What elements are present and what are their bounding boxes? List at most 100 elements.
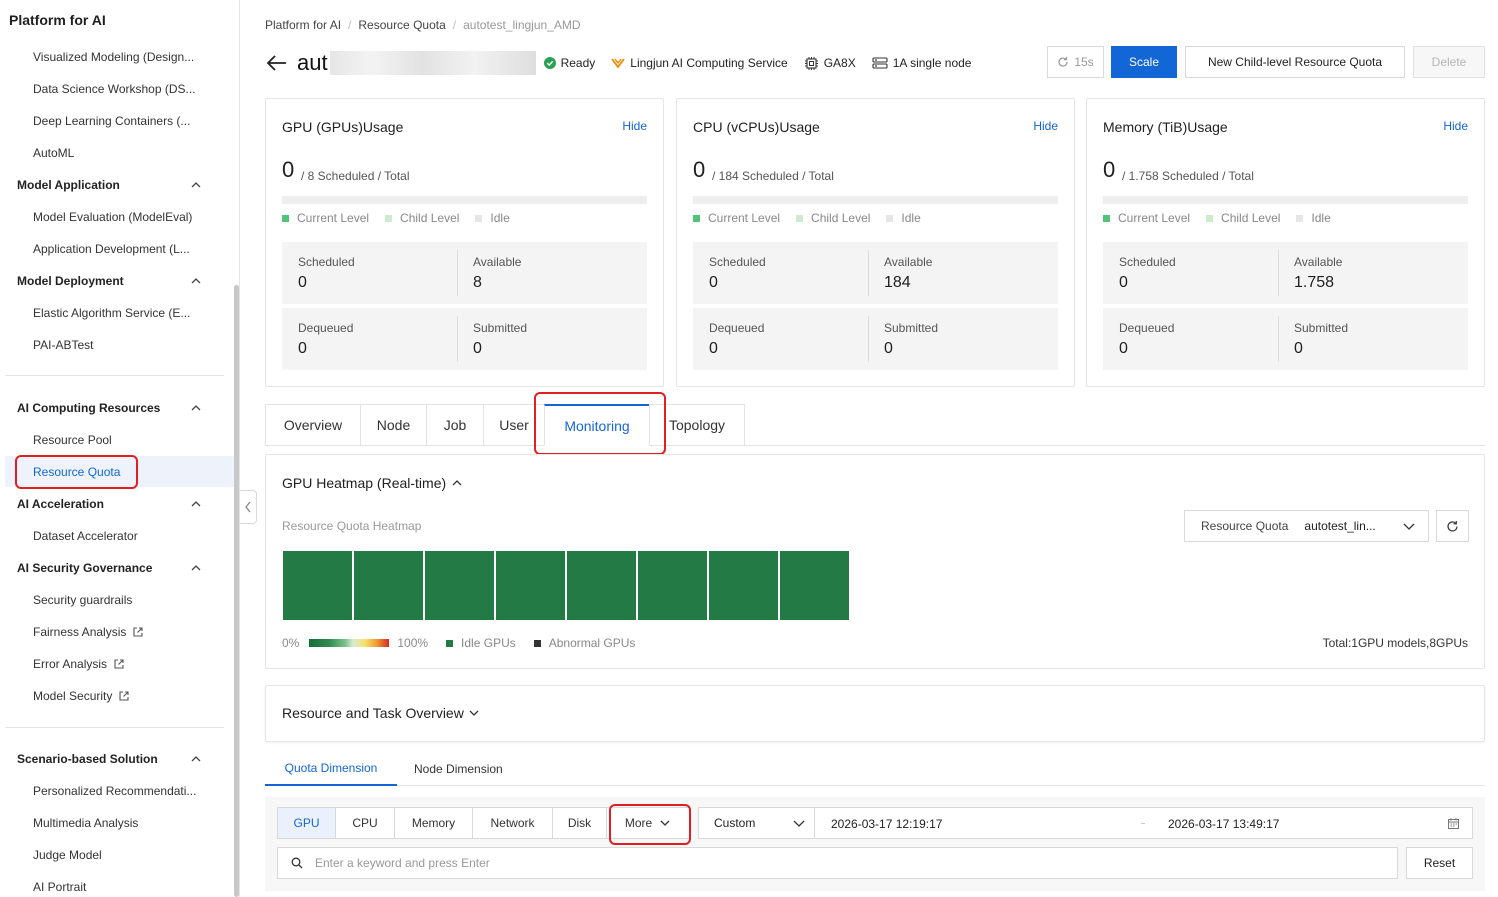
legend-swatch-idle: [446, 639, 454, 647]
dequeued-submitted-box: Dequeued 0 Submitted 0: [1103, 308, 1468, 370]
sidebar-divider: [5, 727, 224, 728]
breadcrumb-current: autotest_lingjun_AMD: [463, 18, 581, 32]
chevron-up-icon[interactable]: [190, 753, 202, 765]
scale-button[interactable]: Scale: [1111, 46, 1177, 78]
breadcrumb-platform[interactable]: Platform for AI: [265, 18, 341, 32]
sidebar-item-dataset-accelerator[interactable]: Dataset Accelerator: [33, 529, 138, 543]
sidebar-item-judge-model[interactable]: Judge Model: [33, 848, 102, 862]
sidebar-group-model-deployment[interactable]: Model Deployment: [17, 274, 124, 288]
auto-refresh-button[interactable]: 15s: [1047, 46, 1104, 78]
sidebar-item-model-evaluation[interactable]: Model Evaluation (ModelEval): [33, 210, 192, 224]
tab-node-dimension[interactable]: Node Dimension: [414, 752, 503, 786]
heatmap-cell[interactable]: [283, 551, 352, 620]
sidebar-item-multimedia-analysis[interactable]: Multimedia Analysis: [33, 816, 138, 830]
segment-network[interactable]: Network: [472, 807, 552, 839]
memory-usage-card: Memory (TiB)Usage Hide 0 / 1.758 Schedul…: [1086, 98, 1485, 387]
heatmap-cell[interactable]: [780, 551, 849, 620]
heatmap-title[interactable]: GPU Heatmap (Real-time): [282, 475, 463, 491]
chevron-up-icon[interactable]: [190, 402, 202, 414]
sidebar-group-scenario[interactable]: Scenario-based Solution: [17, 752, 158, 766]
scheduled-available-box: Scheduled 0 Available 184: [693, 242, 1058, 304]
sidebar-item-model-security[interactable]: Model Security: [33, 689, 130, 703]
legend-idle: Idle: [901, 211, 921, 225]
breadcrumb-resource-quota[interactable]: Resource Quota: [358, 18, 445, 32]
chevron-up-icon[interactable]: [190, 562, 202, 574]
time-range-type-select[interactable]: Custom: [698, 807, 815, 839]
reset-button[interactable]: Reset: [1406, 847, 1473, 879]
tab-monitoring[interactable]: Monitoring: [544, 404, 649, 446]
heatmap-cell[interactable]: [709, 551, 778, 620]
heatmap-refresh-button[interactable]: [1436, 510, 1469, 542]
sidebar-item-resource-pool[interactable]: Resource Pool: [33, 433, 112, 447]
sidebar-divider: [5, 375, 224, 376]
sidebar-item-security-guardrails[interactable]: Security guardrails: [33, 593, 132, 607]
sidebar-item-ai-portrait[interactable]: AI Portrait: [33, 880, 86, 894]
sidebar-group-ai-acceleration[interactable]: AI Acceleration: [17, 497, 104, 511]
search-placeholder: Enter a keyword and press Enter: [315, 856, 490, 870]
chevron-up-icon: [452, 480, 462, 486]
sidebar-item-label: Error Analysis: [33, 657, 108, 671]
scheduled-label: Scheduled: [1119, 255, 1176, 269]
date-range-picker[interactable]: 2026-03-17 12:19:17 2026-03-17 13:49:17: [815, 807, 1473, 839]
overview-title[interactable]: Resource and Task Overview: [282, 705, 480, 721]
tab-overview[interactable]: Overview: [265, 404, 360, 446]
tab-quota-dimension[interactable]: Quota Dimension: [265, 752, 397, 786]
tab-user[interactable]: User: [483, 404, 544, 446]
chevron-up-icon[interactable]: [190, 498, 202, 510]
tab-topology[interactable]: Topology: [649, 404, 745, 446]
segment-disk[interactable]: Disk: [552, 807, 606, 839]
resource-quota-select[interactable]: Resource Quota autotest_lin...: [1184, 510, 1429, 542]
sidebar-item-fairness-analysis[interactable]: Fairness Analysis: [33, 625, 144, 639]
chevron-down-icon: [469, 710, 479, 716]
sidebar-group-ai-security[interactable]: AI Security Governance: [17, 561, 152, 575]
time-range-type-value: Custom: [714, 816, 756, 830]
metric-segment-group: GPU CPU Memory Network Disk More: [277, 807, 690, 839]
sidebar-item-automl[interactable]: AutoML: [33, 146, 74, 160]
chevron-up-icon[interactable]: [190, 179, 202, 191]
hide-link[interactable]: Hide: [1443, 119, 1468, 133]
dequeued-label: Dequeued: [709, 321, 765, 335]
segment-cpu[interactable]: CPU: [335, 807, 394, 839]
start-datetime[interactable]: 2026-03-17 12:19:17: [831, 817, 942, 831]
sidebar-item-dsw[interactable]: Data Science Workshop (DS...: [33, 82, 196, 96]
sidebar-item-application-development[interactable]: Application Development (L...: [33, 242, 190, 256]
calendar-icon: [1448, 818, 1459, 829]
sidebar-item-personalized-recommendation[interactable]: Personalized Recommendati...: [33, 784, 196, 798]
heatmap-cell[interactable]: [567, 551, 636, 620]
usage-legend: Current Level Child Level Idle: [282, 211, 526, 225]
chevron-up-icon[interactable]: [190, 275, 202, 287]
sidebar-item-abtest[interactable]: PAI-ABTest: [33, 338, 93, 352]
new-child-quota-button[interactable]: New Child-level Resource Quota: [1185, 46, 1405, 78]
heatmap-cell[interactable]: [425, 551, 494, 620]
end-datetime[interactable]: 2026-03-17 13:49:17: [1168, 817, 1279, 831]
heatmap-cell[interactable]: [354, 551, 423, 620]
sidebar-item-visualized-modeling[interactable]: Visualized Modeling (Design...: [33, 50, 194, 64]
tab-job[interactable]: Job: [426, 404, 483, 446]
segment-more[interactable]: More: [606, 807, 690, 839]
segment-gpu[interactable]: GPU: [277, 807, 335, 839]
sidebar-group-model-application[interactable]: Model Application: [17, 178, 120, 192]
sidebar-item-dlc[interactable]: Deep Learning Containers (...: [33, 114, 190, 128]
scheduled-label: Scheduled: [709, 255, 766, 269]
sidebar-collapse-button[interactable]: [240, 490, 257, 524]
segment-more-label: More: [624, 816, 653, 830]
heatmap-cell[interactable]: [496, 551, 565, 620]
heatmap-cell[interactable]: [638, 551, 707, 620]
submitted-label: Submitted: [473, 321, 528, 335]
sidebar-group-ai-computing[interactable]: AI Computing Resources: [17, 401, 160, 415]
hide-link[interactable]: Hide: [1033, 119, 1058, 133]
keyword-search-input[interactable]: Enter a keyword and press Enter: [277, 847, 1398, 879]
node-type-text: 1A single node: [892, 56, 972, 70]
hide-link[interactable]: Hide: [622, 119, 647, 133]
sidebar-item-error-analysis[interactable]: Error Analysis: [33, 657, 125, 671]
back-arrow-icon[interactable]: [265, 51, 289, 75]
tab-node[interactable]: Node: [360, 404, 426, 446]
lingjun-logo-icon: [611, 58, 626, 69]
delete-button[interactable]: Delete: [1413, 46, 1485, 78]
sidebar-scrollbar[interactable]: [234, 285, 239, 897]
sidebar-item-eas[interactable]: Elastic Algorithm Service (E...: [33, 306, 190, 320]
segment-memory[interactable]: Memory: [394, 807, 472, 839]
legend-swatch-child: [385, 214, 393, 222]
sidebar-item-resource-quota[interactable]: Resource Quota: [33, 465, 120, 479]
scheduled-value: 0: [709, 274, 718, 291]
